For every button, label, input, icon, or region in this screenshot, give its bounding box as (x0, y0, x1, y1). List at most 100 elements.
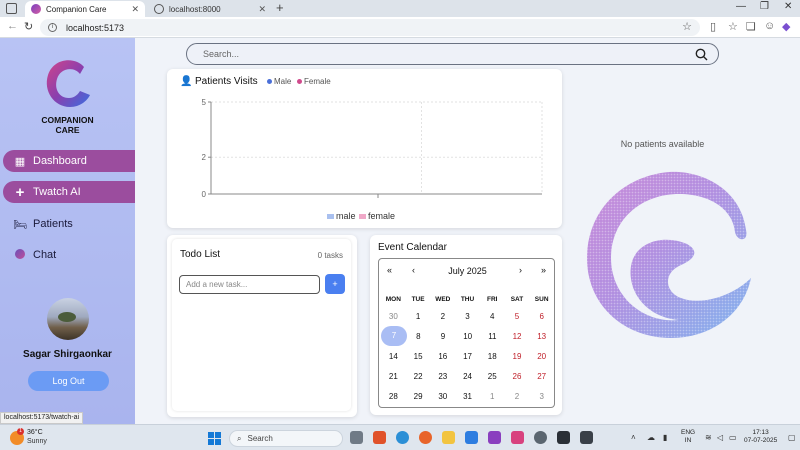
cloud-icon[interactable]: ☁ (647, 433, 655, 442)
calendar-day[interactable]: 11 (480, 332, 505, 341)
calendar-weekday: WED (435, 295, 451, 303)
calendar-day[interactable]: 12 (505, 332, 530, 341)
notifications-icon[interactable]: ▢ (788, 433, 796, 442)
calendar-day[interactable]: 29 (406, 392, 431, 401)
sidebar-item-twatch-ai[interactable]: + Twatch AI (3, 181, 135, 203)
calendar-day[interactable]: 21 (381, 372, 406, 381)
calendar-month[interactable]: July 2025 (379, 266, 556, 276)
calendar-day[interactable]: 1 (406, 312, 431, 321)
calendar-day[interactable]: 14 (381, 352, 406, 361)
calendar-day[interactable]: 2 (505, 392, 530, 401)
file-explorer-icon[interactable] (442, 431, 455, 444)
visual-studio-icon[interactable] (488, 431, 501, 444)
calendar-day[interactable]: 30 (430, 392, 455, 401)
calendar-day[interactable]: 15 (406, 352, 431, 361)
favorites-icon[interactable]: ☆ (728, 20, 738, 33)
split-screen-icon[interactable]: ▯ (710, 20, 716, 33)
calendar-day-label: 1 (415, 311, 421, 321)
calendar-day[interactable]: 5 (505, 312, 530, 321)
search-bar[interactable]: Search... (186, 43, 719, 65)
calendar-widget: « ‹ July 2025 › » MON TUE WED THU FRI SAT SUN … (378, 258, 555, 408)
close-tab-icon[interactable]: ✕ (131, 4, 139, 15)
sidebar-item-dashboard[interactable]: ▦ Dashboard (3, 150, 135, 172)
add-task-button[interactable]: + (325, 274, 345, 294)
favorite-star-icon[interactable]: ☆ (682, 20, 692, 33)
sidebar-item-patients[interactable]: 🛏 Patients (3, 213, 135, 235)
calendar-day[interactable]: 7 (381, 326, 407, 346)
calendar-day[interactable]: 1 (480, 392, 505, 401)
task-view-icon[interactable] (350, 431, 363, 444)
logout-button[interactable]: Log Out (28, 371, 109, 391)
calendar-day[interactable]: 20 (529, 352, 554, 361)
brave-icon[interactable] (373, 431, 386, 444)
calendar-day[interactable]: 31 (455, 392, 480, 401)
terminal-icon[interactable] (557, 431, 570, 444)
new-task-input[interactable]: Add a new task... (179, 275, 320, 294)
app-with-notification-icon[interactable] (580, 431, 593, 444)
taskbar-search[interactable]: ⌕ Search (229, 430, 343, 447)
calendar-day[interactable]: 28 (381, 392, 406, 401)
calendar-day[interactable]: 13 (529, 332, 554, 341)
language-indicator[interactable]: ENG IN (681, 429, 695, 445)
calendar-day[interactable]: 25 (480, 372, 505, 381)
close-window-icon[interactable]: ✕ (784, 1, 792, 12)
copilot-icon[interactable]: ◆ (782, 20, 790, 33)
calendar-day-label: 10 (463, 331, 473, 341)
globe-icon (154, 4, 164, 14)
search-icon[interactable] (695, 48, 708, 61)
weather-temperature[interactable]: 36°C (27, 429, 43, 436)
instagram-icon[interactable] (511, 431, 524, 444)
vscode-icon[interactable] (465, 431, 478, 444)
chevron-up-icon[interactable]: ˄ (631, 433, 636, 442)
profile-icon[interactable]: ☺ (764, 20, 775, 32)
calendar-day[interactable]: 8 (406, 332, 431, 341)
calendar-day[interactable]: 9 (431, 332, 456, 341)
calendar-day[interactable]: 4 (480, 312, 505, 321)
clock[interactable]: 17:13 07-07-2025 (744, 429, 777, 445)
next-year-icon[interactable]: » (541, 265, 546, 275)
weather-badge: 1 (17, 428, 24, 435)
settings-icon[interactable] (534, 431, 547, 444)
wifi-icon[interactable]: ≋ (705, 433, 712, 442)
male-swatch-icon (327, 214, 334, 220)
volume-icon[interactable]: ◁ (717, 433, 723, 442)
calendar-day[interactable]: 22 (406, 372, 431, 381)
new-tab-icon[interactable]: + (276, 0, 284, 15)
calendar-day[interactable]: 17 (455, 352, 480, 361)
calendar-day[interactable]: 3 (529, 392, 554, 401)
female-swatch-icon (359, 214, 366, 220)
sidebar-item-chat[interactable]: Chat (3, 244, 135, 266)
minimize-icon[interactable]: — (736, 1, 746, 12)
site-info-icon[interactable]: i (48, 23, 57, 32)
tab-companion-care[interactable]: Companion Care ✕ (25, 1, 145, 17)
url-field[interactable]: i localhost:5173 ☆ (40, 19, 700, 36)
calendar-day[interactable]: 2 (430, 312, 455, 321)
calendar-day[interactable]: 26 (505, 372, 530, 381)
calendar-day[interactable]: 6 (529, 312, 554, 321)
battery-icon[interactable]: ▮ (663, 433, 667, 442)
calendar-day[interactable]: 27 (529, 372, 554, 381)
calendar-day[interactable]: 3 (455, 312, 480, 321)
calendar-day[interactable]: 19 (505, 352, 530, 361)
calendar-day[interactable]: 30 (381, 312, 406, 321)
maximize-icon[interactable]: ❐ (760, 1, 769, 12)
back-icon[interactable]: ← (7, 20, 18, 32)
workspace-icon[interactable] (6, 3, 17, 14)
battery-status-icon[interactable]: ▭ (729, 433, 737, 442)
calendar-day[interactable]: 24 (455, 372, 480, 381)
next-month-icon[interactable]: › (519, 265, 522, 275)
taskbar: 1 36°C Sunny ⌕ Search ˄ ☁ ▮ ENG IN ≋ ◁ ▭… (0, 424, 800, 450)
calendar-day[interactable]: 16 (430, 352, 455, 361)
calendar-day[interactable]: 18 (480, 352, 505, 361)
reload-icon[interactable]: ↻ (24, 20, 33, 33)
collections-icon[interactable]: ❏ (746, 20, 756, 33)
firefox-icon[interactable] (419, 431, 432, 444)
calendar-weekday: SAT (510, 295, 524, 303)
tab-localhost-8000[interactable]: localhost:8000 ✕ (148, 1, 272, 17)
edge-icon[interactable] (396, 431, 409, 444)
windows-start-icon[interactable] (208, 432, 221, 445)
close-tab-icon[interactable]: ✕ (258, 4, 266, 15)
calendar-day[interactable]: 10 (455, 332, 480, 341)
weather-condition[interactable]: Sunny (27, 438, 47, 445)
calendar-day[interactable]: 23 (430, 372, 455, 381)
